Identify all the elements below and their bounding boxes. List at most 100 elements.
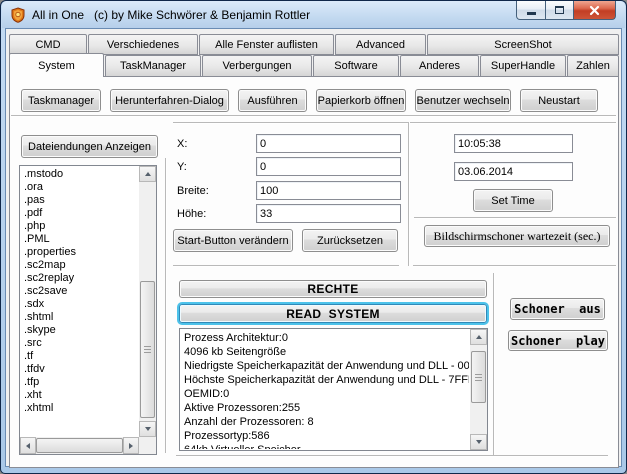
window-controls: [516, 1, 616, 20]
info-line: Anzahl der Prozessoren: 8: [181, 415, 469, 429]
toolbar-button-taskmanager[interactable]: Taskmanager: [21, 89, 101, 112]
toolbar-button-ausf-hren[interactable]: Ausführen: [238, 89, 307, 112]
tab-cmd[interactable]: CMD: [9, 34, 87, 55]
window-title: All in One (c) by Mike Schwörer & Benjam…: [32, 8, 310, 22]
read-system-button[interactable]: READ SYSTEM: [179, 304, 487, 323]
scroll-down-button[interactable]: [470, 434, 487, 450]
arrow-down-icon: [476, 440, 482, 444]
arrow-down-icon: [145, 427, 151, 431]
divider: [11, 115, 616, 116]
list-item[interactable]: .ora: [21, 181, 138, 194]
list-item[interactable]: .xhtml: [21, 402, 138, 415]
height-label: Höhe:: [177, 208, 206, 220]
divider: [493, 273, 494, 456]
toolbar-button-papierkorb-ffnen[interactable]: Papierkorb öffnen: [316, 89, 406, 112]
list-item[interactable]: .src: [21, 337, 138, 350]
list-item[interactable]: .skype: [21, 324, 138, 337]
scrollbar-track[interactable]: [36, 437, 123, 454]
system-info-lines: Prozess Architektur:04096 kb Seitengröße…: [181, 331, 469, 449]
list-item[interactable]: .pas: [21, 194, 138, 207]
divider: [408, 122, 409, 266]
tab-anderes[interactable]: Anderes: [400, 55, 479, 77]
show-extensions-button[interactable]: Dateiendungen Anzeigen: [21, 135, 158, 158]
rights-button[interactable]: RECHTE: [179, 280, 487, 298]
info-line: Prozessortyp:586: [181, 429, 469, 443]
scrollbar-thumb[interactable]: [471, 351, 486, 403]
system-info-memo[interactable]: Prozess Architektur:04096 kb Seitengröße…: [179, 328, 488, 451]
tab-taskmanager[interactable]: TaskManager: [105, 55, 201, 77]
start-button-resize-button[interactable]: Start-Button verändern: [173, 229, 293, 252]
scroll-right-button[interactable]: [123, 437, 139, 454]
tab-zahlen[interactable]: Zahlen: [567, 55, 619, 77]
maximize-button[interactable]: [545, 1, 574, 20]
tab-verschiedenes[interactable]: Verschiedenes: [88, 34, 198, 55]
scroll-up-button[interactable]: [139, 166, 156, 182]
list-item[interactable]: .PML: [21, 233, 138, 246]
close-button[interactable]: [573, 1, 616, 20]
vertical-scrollbar[interactable]: [470, 329, 487, 450]
list-item[interactable]: .tfdv: [21, 363, 138, 376]
horizontal-scrollbar[interactable]: [20, 437, 139, 454]
minimize-icon: [527, 12, 536, 15]
screensaver-play-button[interactable]: Schoner play: [508, 330, 608, 351]
toolbar-button-neustart[interactable]: Neustart: [520, 89, 598, 112]
y-label: Y:: [177, 161, 187, 173]
scroll-up-button[interactable]: [470, 329, 487, 345]
arrow-up-icon: [145, 172, 151, 176]
list-item[interactable]: .tf: [21, 350, 138, 363]
tab-screenshot[interactable]: ScreenShot: [427, 34, 619, 55]
toolbar-button-benutzer-wechseln[interactable]: Benutzer wechseln: [415, 89, 511, 112]
tab-system[interactable]: System: [9, 53, 104, 77]
list-item[interactable]: .sdx: [21, 298, 138, 311]
titlebar: All in One (c) by Mike Schwörer & Benjam…: [2, 1, 625, 28]
info-line: Aktive Prozessoren:255: [181, 401, 469, 415]
scrollbar-thumb[interactable]: [36, 438, 123, 453]
scrollbar-track[interactable]: [139, 182, 156, 421]
screensaver-off-button[interactable]: Schoner aus: [510, 298, 605, 320]
list-item[interactable]: .pdf: [21, 207, 138, 220]
tab-verbergungen[interactable]: Verbergungen: [202, 55, 312, 77]
screensaver-wait-button[interactable]: Bildschirmschoner wartezeit (sec.): [424, 225, 610, 247]
reset-button[interactable]: Zurücksetzen: [302, 229, 398, 252]
date-input[interactable]: [454, 162, 573, 181]
width-input[interactable]: [256, 181, 401, 200]
arrow-left-icon: [26, 443, 30, 449]
time-input[interactable]: [454, 134, 573, 153]
list-item[interactable]: .tfp: [21, 376, 138, 389]
minimize-button[interactable]: [516, 1, 546, 20]
list-item[interactable]: .sc2save: [21, 285, 138, 298]
width-label: Breite:: [177, 185, 209, 197]
list-item[interactable]: .shtml: [21, 311, 138, 324]
scrollbar-track[interactable]: [470, 345, 487, 434]
list-item[interactable]: .mstodo: [21, 168, 138, 181]
tab-software[interactable]: Software: [313, 55, 399, 77]
toolbar-button-herunterfahren-dialog[interactable]: Herunterfahren-Dialog: [110, 89, 229, 112]
divider: [173, 122, 616, 123]
toolbar: Taskmanager Herunterfahren-Dialog Ausführe…: [21, 89, 598, 112]
extensions-listbox[interactable]: .mstodo.ora.pas.pdf.php.PML.properties.s…: [19, 165, 157, 455]
tab-advanced[interactable]: Advanced: [335, 34, 426, 55]
tab-alle-fenster-auflisten[interactable]: Alle Fenster auflisten: [199, 34, 334, 55]
maximize-icon: [555, 6, 564, 14]
thumb-grip-icon: [144, 346, 151, 353]
vertical-scrollbar[interactable]: [139, 166, 156, 437]
list-item[interactable]: .sc2map: [21, 259, 138, 272]
height-input[interactable]: [256, 204, 401, 223]
tab-superhandle[interactable]: SuperHandle: [480, 55, 566, 77]
scrollbar-thumb[interactable]: [140, 281, 155, 418]
list-item[interactable]: .properties: [21, 246, 138, 259]
set-time-button[interactable]: Set Time: [473, 189, 553, 212]
app-icon: [10, 7, 26, 23]
scroll-left-button[interactable]: [20, 437, 36, 454]
tab-bar-top: CMDVerschiedenesAlle Fenster auflistenAd…: [9, 34, 619, 55]
list-item[interactable]: .php: [21, 220, 138, 233]
window: All in One (c) by Mike Schwörer & Benjam…: [0, 0, 627, 474]
x-input[interactable]: [256, 134, 401, 153]
list-item[interactable]: .sc2replay: [21, 272, 138, 285]
info-line: Höchste Speicherkapazität der Anwendung …: [181, 373, 469, 387]
y-input[interactable]: [256, 157, 401, 176]
scroll-down-button[interactable]: [139, 421, 156, 437]
arrow-up-icon: [476, 335, 482, 339]
divider: [413, 265, 616, 266]
list-item[interactable]: .xht: [21, 389, 138, 402]
